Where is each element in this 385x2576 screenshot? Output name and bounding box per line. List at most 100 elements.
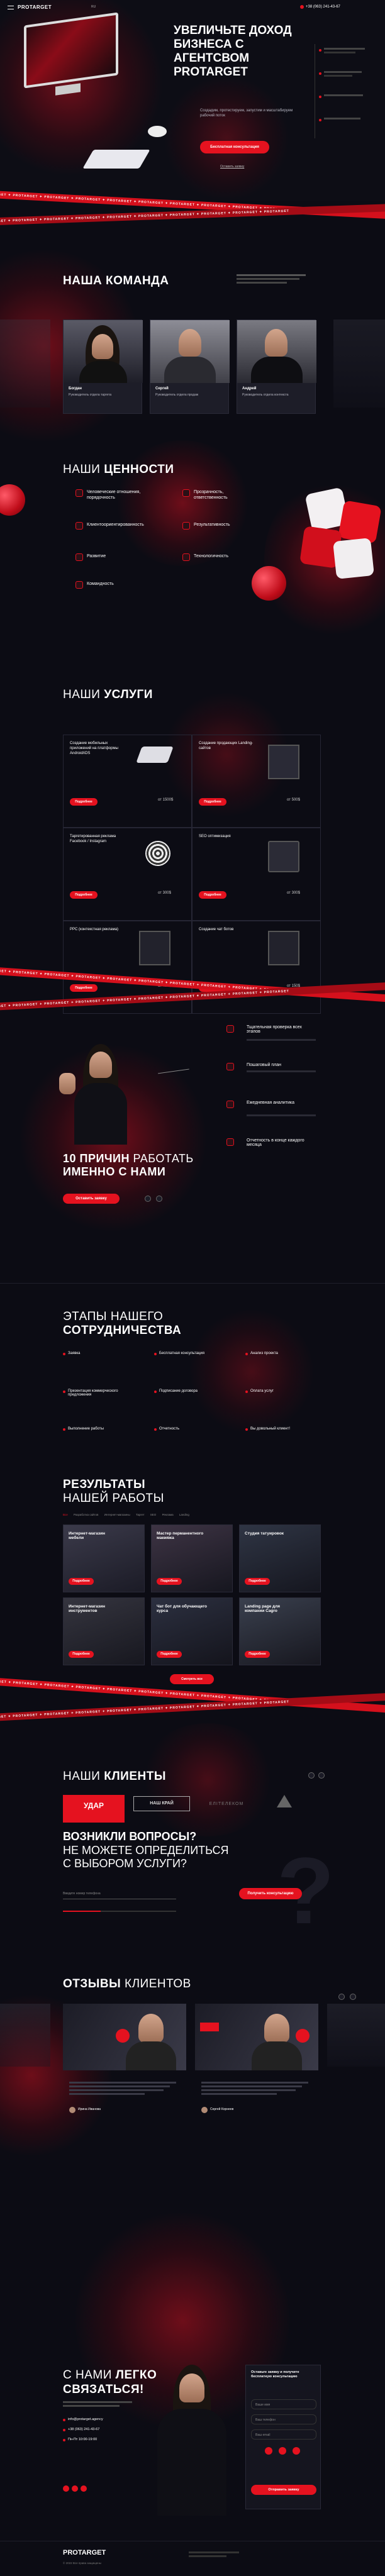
play-icon[interactable] (296, 2029, 310, 2043)
team-card[interactable]: Богдан Руководитель отдела таргета (63, 319, 143, 414)
results-tab[interactable]: Реклама (162, 1513, 174, 1516)
footer-logo[interactable]: PROTARGET (63, 2549, 106, 2557)
portfolio-more-button[interactable]: Подробнее (245, 1651, 270, 1658)
next-arrow-icon[interactable] (350, 1994, 356, 2000)
portfolio-card[interactable]: Landing page для компании Cagro Подробне… (239, 1597, 321, 1665)
service-card[interactable]: Создание продающих Landing-сайтов Подроб… (192, 735, 321, 828)
name-field[interactable]: Ваше имя (251, 2399, 316, 2409)
team-card[interactable]: Андрей Руководитель отдела контекста (237, 319, 316, 414)
consult-button[interactable]: Получить консультацию (239, 1888, 302, 1899)
service-more-button[interactable]: Подробнее (70, 891, 98, 899)
service-card[interactable]: Таргетированная реклама Facebook / Insta… (63, 828, 192, 921)
mouse-illustration (148, 126, 167, 137)
portfolio-card[interactable]: Интернет-магазин мебели Подробнее (63, 1524, 145, 1592)
service-more-button[interactable]: Подробнее (70, 798, 98, 806)
puzzle-illustration (296, 487, 384, 585)
value-label: Результативность (194, 523, 230, 527)
contact-form: Оставьте заявку и получите бесплатную ко… (245, 2365, 321, 2509)
reason-label: Ежедневная аналитика (247, 1101, 295, 1105)
red-ball-decoration (252, 566, 286, 601)
phone-input[interactable]: Введите номер телефона (63, 1888, 176, 1899)
results-tab[interactable]: Разработка сайтов (74, 1513, 98, 1516)
portfolio-card[interactable]: Студия татуировок Подробнее (239, 1524, 321, 1592)
language-switch[interactable]: RU (91, 5, 96, 9)
header-phone[interactable]: +38 (063) 241-43-67 (306, 5, 340, 9)
service-more-button[interactable]: Подробнее (199, 891, 226, 899)
messenger-icon[interactable] (293, 2447, 300, 2455)
service-more-button[interactable]: Подробнее (199, 798, 226, 806)
prev-arrow-icon[interactable] (145, 1196, 151, 1202)
service-title: PPC (контекстная реклама) (70, 928, 119, 931)
ok-hand (59, 1073, 75, 1094)
see-all-button[interactable]: Смотреть все (170, 1674, 214, 1684)
messenger-icon[interactable] (265, 2447, 272, 2455)
contact-phone[interactable]: +38 (063) 241-43-67 (68, 2428, 99, 2431)
email-field[interactable]: Ваш email (251, 2429, 316, 2440)
next-arrow-icon[interactable] (156, 1196, 162, 1202)
site-header: PROTARGET RU +38 (063) 241-43-67 (0, 0, 385, 14)
portfolio-more-button[interactable]: Подробнее (245, 1578, 270, 1585)
hero-cta-button[interactable]: Бесплатная консультация (200, 141, 269, 153)
hero-link[interactable]: Оставить заявку (220, 165, 244, 169)
service-card[interactable]: Создание чат ботов Подробнее от 150$ (192, 921, 321, 1014)
team-photo (237, 320, 316, 383)
value-icon (75, 553, 83, 561)
next-arrow-icon[interactable] (318, 1772, 325, 1779)
prev-arrow-icon[interactable] (338, 1994, 345, 2000)
portfolio-title: Мастер перманентного макияжа (157, 1531, 204, 1540)
reasons-section: 10 ПРИЧИН РАБОТАТЬ ИМЕННО С НАМИ Оставить… (0, 1006, 385, 1283)
team-photo-bg-right (333, 319, 385, 408)
values-section: НАШИ ЦЕННОСТИ Человеческие отношения, по… (0, 440, 385, 679)
reason-icon (226, 1138, 234, 1146)
value-label: Технологичность (194, 554, 229, 558)
portfolio-more-button[interactable]: Подробнее (69, 1578, 94, 1585)
prev-arrow-icon[interactable] (308, 1772, 315, 1779)
results-tab[interactable]: Все (63, 1513, 68, 1516)
telegram-icon[interactable] (63, 2485, 69, 2492)
value-label: Клиентоориентированность (87, 523, 144, 527)
service-more-button[interactable]: Подробнее (70, 984, 98, 992)
review-video-card[interactable] (327, 2004, 385, 2067)
value-icon (75, 489, 83, 497)
portfolio-card[interactable]: Чат бот для обучающего курса Подробнее (151, 1597, 233, 1665)
results-tab[interactable]: Таргет (136, 1513, 145, 1516)
reasons-cta-button[interactable]: Оставить заявку (63, 1194, 120, 1204)
portfolio-more-button[interactable]: Подробнее (157, 1651, 182, 1658)
instagram-icon[interactable] (72, 2485, 78, 2492)
service-title: SEO оптимизация (199, 835, 231, 838)
service-card[interactable]: Создание мобильных приложений на платфор… (63, 735, 192, 828)
team-card[interactable]: Сергей Руководитель отдела продаж (150, 319, 230, 414)
value-label: Прозрачность, ответственность (194, 490, 228, 501)
play-icon[interactable] (116, 2029, 130, 2043)
footer-contacts (189, 2551, 315, 2557)
review-video-card[interactable] (63, 2004, 186, 2070)
seo-illustration (268, 841, 299, 872)
team-title: НАША КОМАНДА (63, 274, 169, 287)
computer-illustration (18, 12, 125, 101)
portfolio-card[interactable]: Интернет-магазин инструментов Подробнее (63, 1597, 145, 1665)
logo[interactable]: PROTARGET (18, 4, 52, 10)
portfolio-card[interactable]: Мастер перманентного макияжа Подробнее (151, 1524, 233, 1592)
portfolio-more-button[interactable]: Подробнее (157, 1578, 182, 1585)
messenger-icon[interactable] (279, 2447, 286, 2455)
chatbot-illustration (268, 931, 299, 965)
reviews-title: ОТЗЫВЫ КЛИЕНТОВ (63, 1977, 191, 1990)
team-member-role: Руководитель отдела продаж (155, 393, 199, 397)
results-tab[interactable]: Landing (179, 1513, 189, 1516)
results-tab[interactable]: Интернет-магазины (104, 1513, 130, 1516)
review-video-card[interactable] (0, 2004, 50, 2067)
service-card[interactable]: SEO оптимизация Подробнее от 300$ (192, 828, 321, 921)
review-video-card[interactable] (195, 2004, 318, 2070)
portfolio-more-button[interactable]: Подробнее (69, 1651, 94, 1658)
phone-field[interactable]: Ваш телефон (251, 2414, 316, 2424)
contact-email[interactable]: info@protarget.agency (68, 2418, 103, 2421)
value-icon (75, 522, 83, 530)
reason-label: Пошаговый план (247, 1063, 281, 1067)
submit-button[interactable]: Отправить заявку (251, 2485, 316, 2495)
burger-icon[interactable] (8, 6, 14, 9)
results-tab[interactable]: SEO (150, 1513, 157, 1516)
stages-grid: Заявка Бесплатная консультация Анализ пр… (63, 1352, 321, 1466)
facebook-icon[interactable] (81, 2485, 87, 2492)
reason-icon (226, 1025, 234, 1033)
form-title: Оставьте заявку и получите бесплатную ко… (251, 2370, 299, 2379)
